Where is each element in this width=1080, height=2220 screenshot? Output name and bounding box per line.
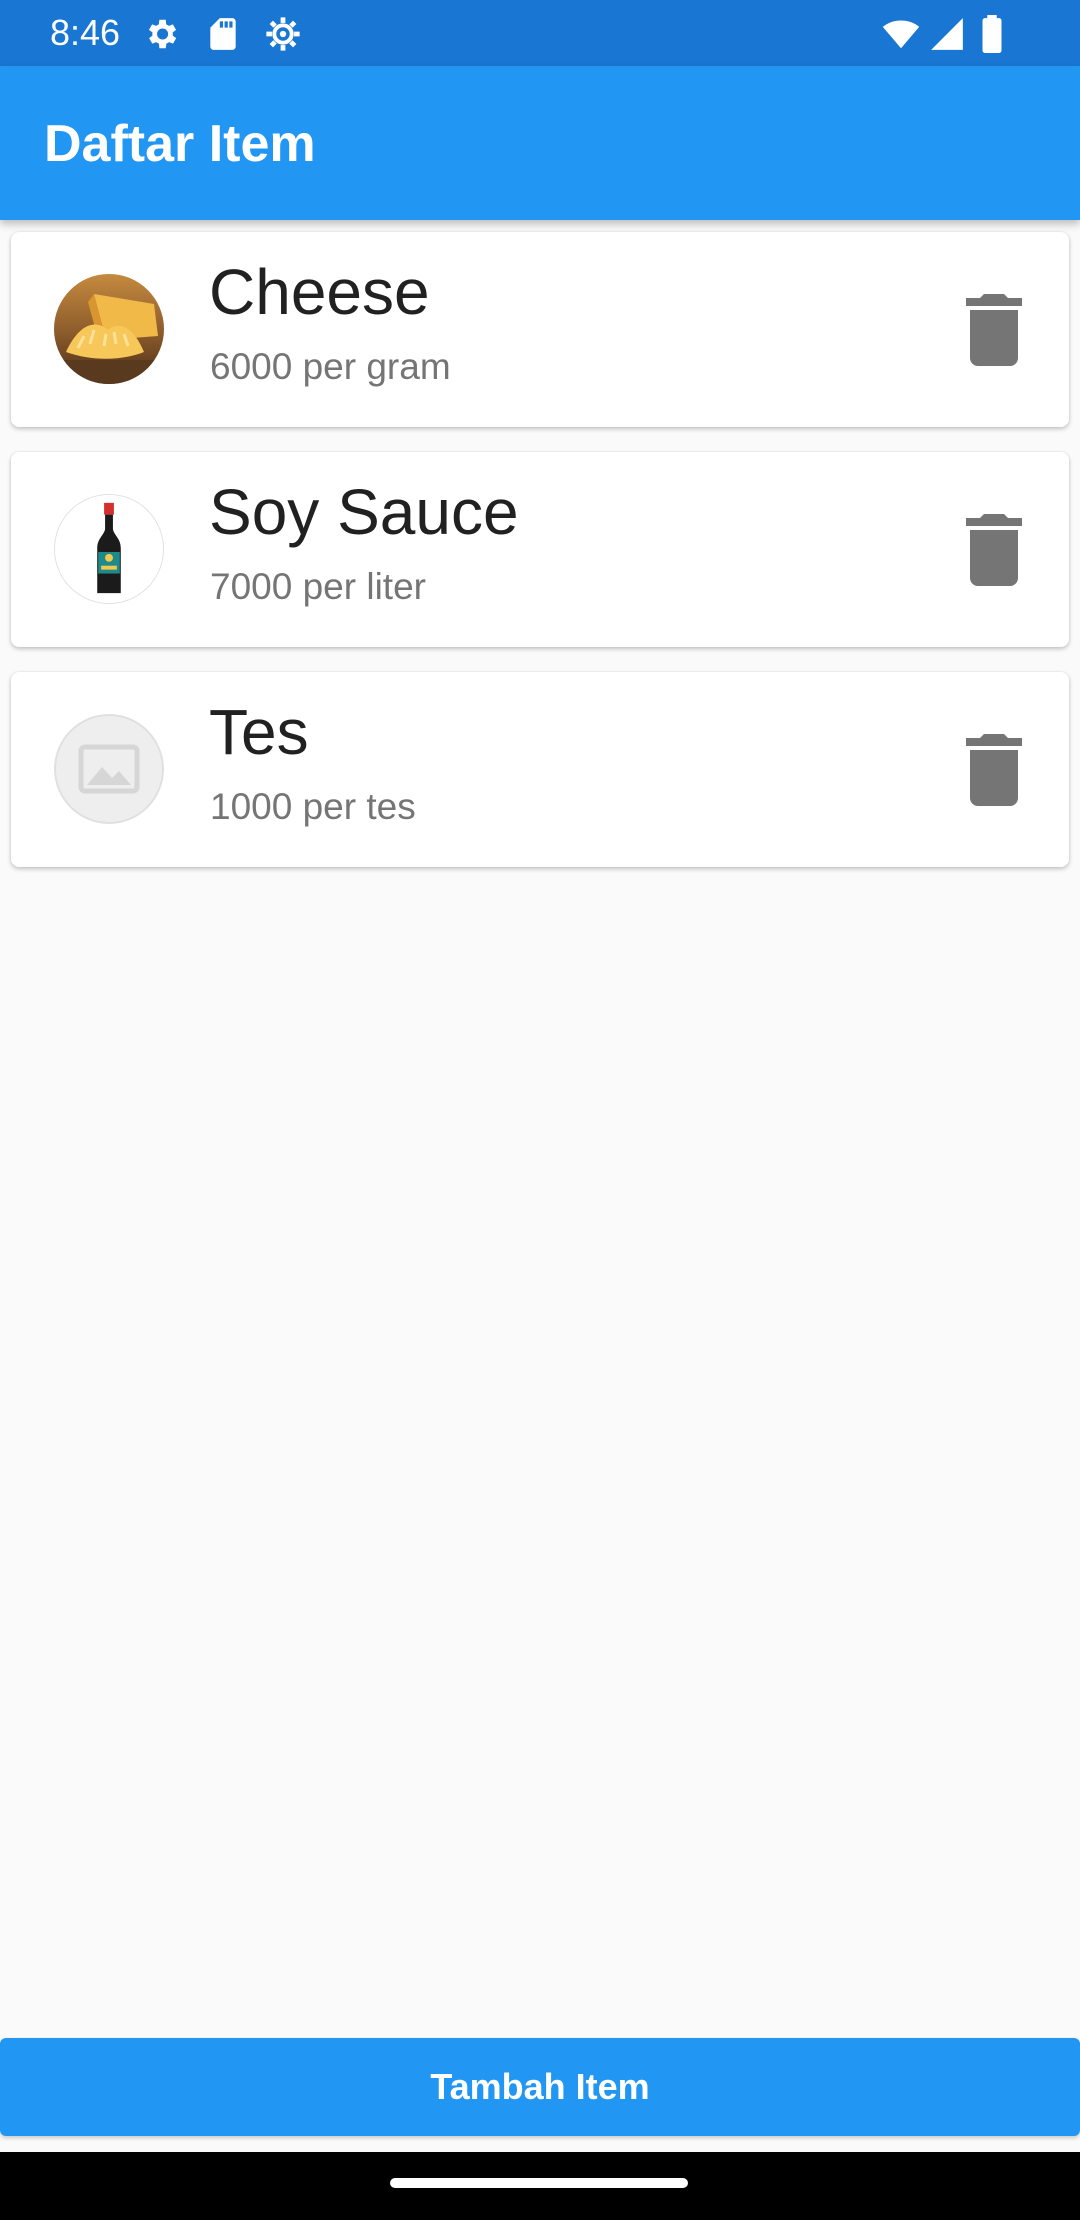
status-time: 8:46 bbox=[50, 12, 121, 53]
app-bar: Daftar Item bbox=[0, 66, 1080, 220]
trash-icon bbox=[966, 514, 1022, 586]
list-item-tes[interactable]: Tes 1000 per tes bbox=[11, 672, 1069, 867]
item-price: 7000 per liter bbox=[210, 566, 426, 607]
item-name: Cheese bbox=[209, 256, 430, 328]
cellular-signal-icon bbox=[928, 15, 966, 53]
delete-button[interactable] bbox=[946, 722, 1042, 818]
item-name: Soy Sauce bbox=[209, 476, 519, 548]
delete-button[interactable] bbox=[946, 282, 1042, 378]
page-title: Daftar Item bbox=[44, 115, 316, 173]
list-item-cheese[interactable]: Cheese 6000 per gram bbox=[11, 232, 1069, 427]
list-item-soy-sauce[interactable]: Soy Sauce 7000 per liter bbox=[11, 452, 1069, 647]
item-image bbox=[54, 494, 164, 604]
add-item-button[interactable]: Tambah Item bbox=[0, 2038, 1080, 2136]
status-bar: 8:46 bbox=[0, 0, 1080, 66]
item-image bbox=[54, 274, 164, 384]
image-placeholder-icon bbox=[54, 714, 164, 824]
item-price: 6000 per gram bbox=[210, 346, 451, 387]
wifi-icon bbox=[880, 15, 922, 53]
navigation-bar bbox=[0, 2152, 1080, 2220]
trash-icon bbox=[966, 294, 1022, 366]
battery-icon bbox=[976, 15, 1008, 53]
settings-icon bbox=[142, 15, 180, 53]
trash-icon bbox=[966, 734, 1022, 806]
home-gesture-handle[interactable] bbox=[390, 2178, 688, 2188]
settings-alt-icon bbox=[264, 15, 302, 53]
item-name: Tes bbox=[209, 696, 309, 768]
delete-button[interactable] bbox=[946, 502, 1042, 598]
item-price: 1000 per tes bbox=[210, 786, 416, 827]
sd-card-icon bbox=[204, 15, 242, 53]
